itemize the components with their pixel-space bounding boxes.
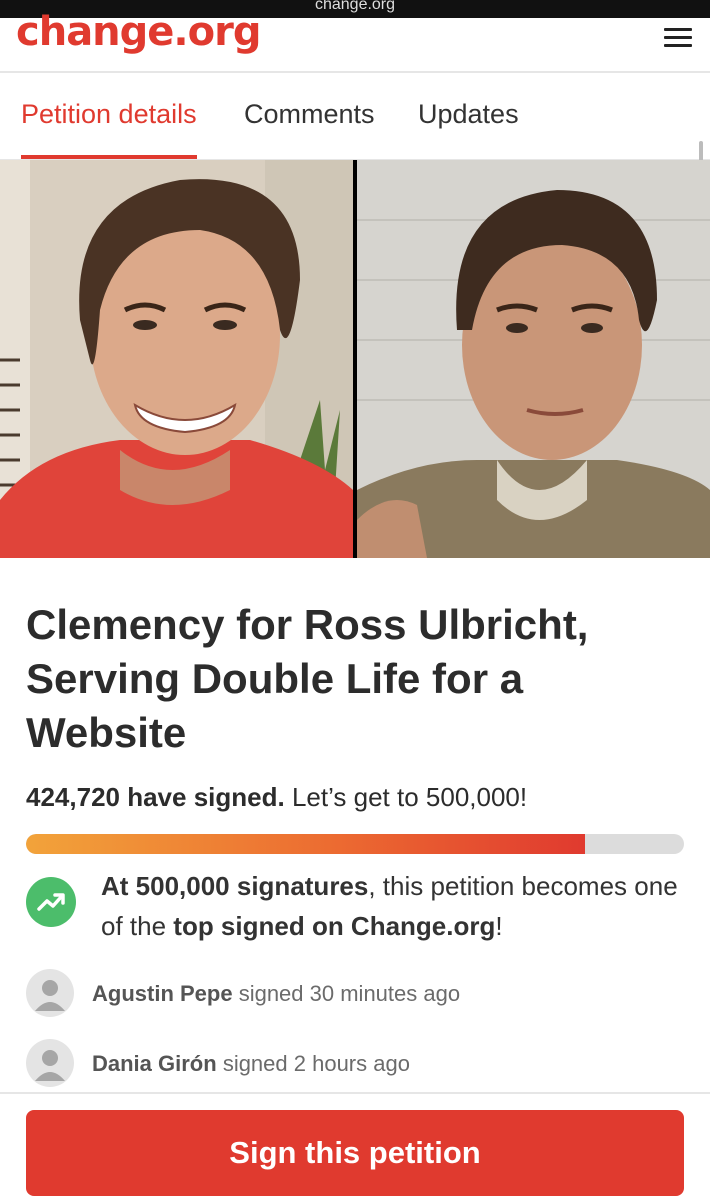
- photo-right-prison: [357, 160, 710, 558]
- signer-name: Dania Girón: [92, 1051, 217, 1076]
- signature-progress-bar: [26, 834, 684, 854]
- milestone-bold-2: top signed on Change.org: [173, 911, 496, 941]
- milestone-text-2: !: [495, 911, 503, 941]
- signer-time: signed 30 minutes ago: [238, 981, 461, 1006]
- milestone-bold-1: At 500,000 signatures: [101, 871, 369, 901]
- avatar: [26, 1039, 74, 1087]
- site-header: change.org: [0, 12, 710, 73]
- photo-left-smiling: [0, 160, 353, 558]
- sign-petition-button[interactable]: Sign this petition: [26, 1110, 684, 1196]
- recent-signer: Agustin Pepe signed 30 minutes ago: [26, 969, 686, 1019]
- tab-comments[interactable]: Comments: [244, 99, 375, 159]
- hamburger-menu-icon[interactable]: [664, 26, 694, 48]
- signer-text: Dania Girón signed 2 hours ago: [92, 1051, 410, 1077]
- tab-petition-details[interactable]: Petition details: [21, 99, 197, 159]
- petition-image: [0, 160, 710, 558]
- avatar: [26, 969, 74, 1017]
- signature-count-line: 424,720 have signed. Let’s get to 500,00…: [26, 782, 527, 813]
- petition-tabs: Petition details Comments Updates: [0, 73, 710, 205]
- divider: [0, 1092, 710, 1094]
- recent-signer: Dania Girón signed 2 hours ago: [26, 1039, 686, 1089]
- change-org-logo[interactable]: change.org: [16, 12, 261, 52]
- tab-updates[interactable]: Updates: [418, 99, 519, 159]
- signer-text: Agustin Pepe signed 30 minutes ago: [92, 981, 460, 1007]
- signer-time: signed 2 hours ago: [222, 1051, 410, 1076]
- petition-title: Clemency for Ross Ulbricht, Serving Doub…: [26, 601, 589, 756]
- milestone-message: At 500,000 signatures, this petition bec…: [101, 866, 691, 946]
- signer-name: Agustin Pepe: [92, 981, 233, 1006]
- signature-progress-fill: [26, 834, 585, 854]
- signature-count: 424,720 have signed.: [26, 782, 285, 812]
- browser-url: change.org: [314, 0, 396, 13]
- signature-goal: Let’s get to 500,000!: [291, 782, 528, 812]
- trending-up-icon: [26, 877, 76, 927]
